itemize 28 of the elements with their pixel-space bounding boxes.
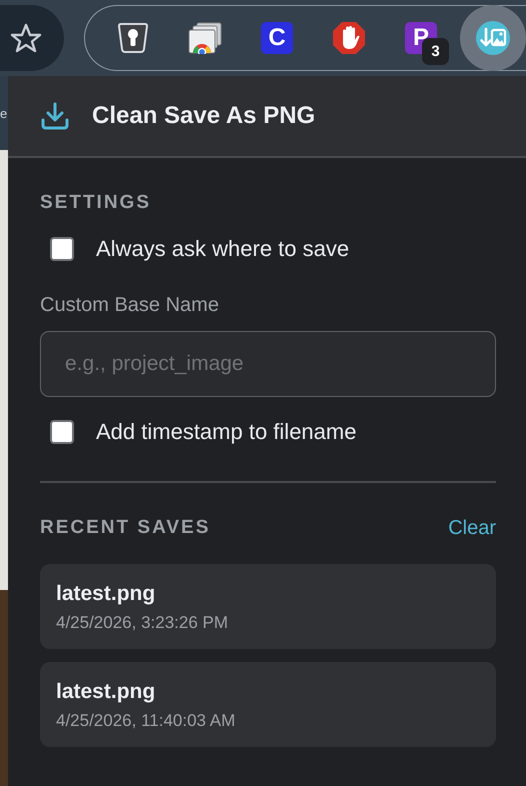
letter-logo: C bbox=[261, 22, 293, 54]
star-icon bbox=[10, 23, 42, 53]
count-badge: 3 bbox=[422, 38, 449, 65]
save-time: 4/25/2026, 3:23:26 PM bbox=[56, 612, 230, 632]
field-label: Custom Base Name bbox=[40, 294, 220, 317]
extension-button[interactable]: C bbox=[244, 5, 310, 71]
download-image-icon bbox=[476, 21, 510, 55]
browser-windows-icon bbox=[188, 22, 222, 54]
clear-link[interactable]: Clear bbox=[448, 516, 496, 540]
input-field[interactable]: e.g., project_image bbox=[40, 331, 496, 397]
file-name: latest.png bbox=[56, 582, 156, 606]
extension-button[interactable] bbox=[460, 5, 526, 71]
popup-title: Clean Save As PNG bbox=[92, 102, 316, 130]
save-time: 4/25/2026, 11:40:03 AM bbox=[56, 710, 236, 730]
bookmark-button[interactable] bbox=[0, 5, 64, 71]
checkbox[interactable] bbox=[50, 420, 74, 444]
checkbox-label: Add timestamp to filename bbox=[96, 419, 356, 445]
section-heading: SETTINGS bbox=[40, 192, 152, 214]
checkbox[interactable] bbox=[50, 237, 74, 261]
download-icon bbox=[40, 102, 70, 130]
section-heading: RECENT SAVES bbox=[40, 517, 210, 539]
save-card[interactable]: latest.png 4/25/2026, 11:40:03 AM bbox=[40, 662, 496, 746]
page-text: e bbox=[0, 106, 8, 120]
stop-hand-icon bbox=[332, 21, 366, 55]
keyhole-shield-icon bbox=[116, 22, 150, 54]
file-name: latest.png bbox=[56, 680, 156, 704]
checkbox-label: Always ask where to save bbox=[96, 236, 350, 262]
save-card[interactable]: latest.png 4/25/2026, 3:23:26 PM bbox=[40, 564, 496, 648]
